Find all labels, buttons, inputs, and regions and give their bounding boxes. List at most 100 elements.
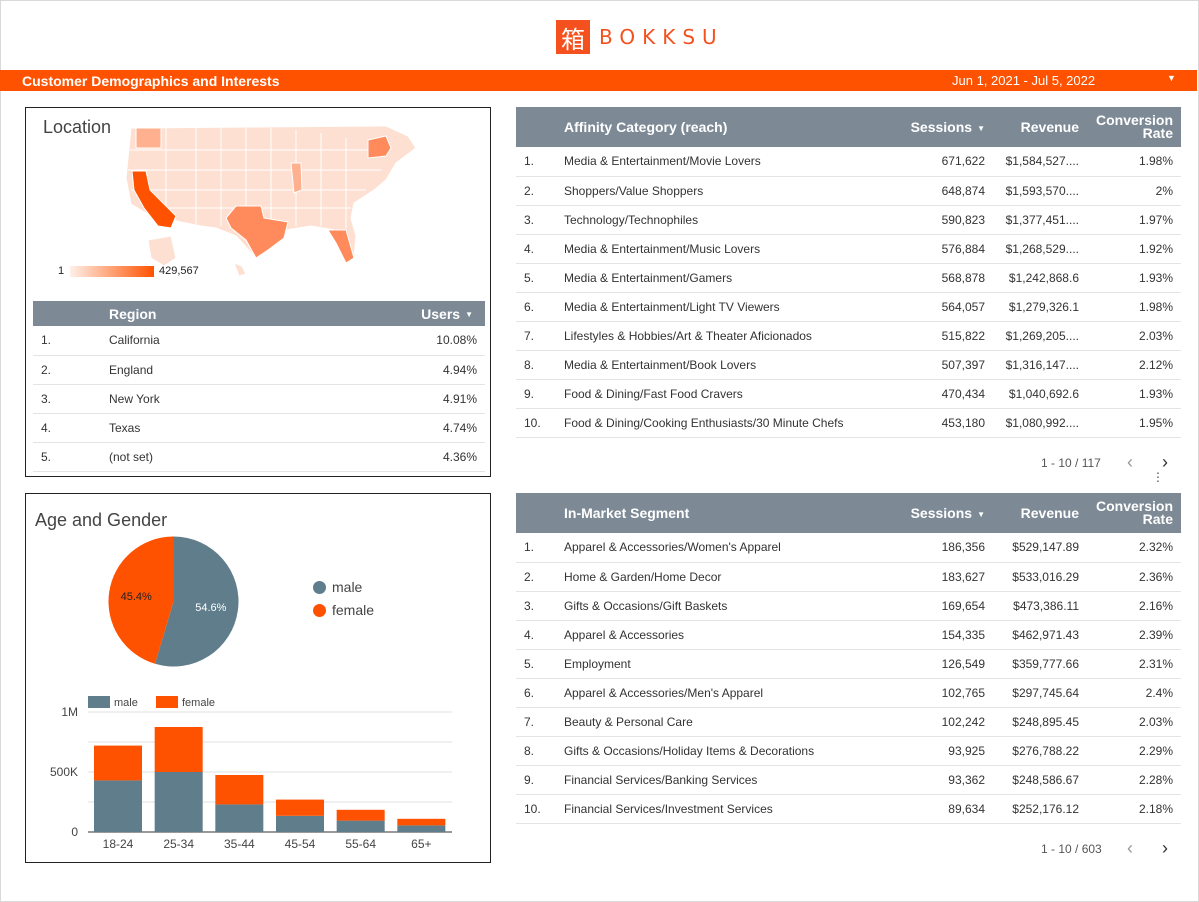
table-row[interactable]: 6. Media & Entertainment/Light TV Viewers…	[516, 292, 1181, 322]
table-row[interactable]: 3. New York 4.91%	[33, 384, 485, 414]
table-row[interactable]: 5. Media & Entertainment/Gamers 568,878 $1,…	[516, 263, 1181, 293]
revenue-cell: $297,745.64	[993, 678, 1087, 708]
market-table: In-Market Segment Sessions ▼ Revenue Conv…	[516, 493, 1181, 824]
market-next-page-icon[interactable]: ›	[1158, 838, 1172, 859]
location-panel: Location 1 429,567 Region Users ▼ 1. Cal…	[25, 107, 491, 477]
row-index: 7.	[516, 321, 564, 351]
market-table-header: In-Market Segment Sessions ▼ Revenue Conv…	[516, 493, 1181, 533]
table-row[interactable]: 1. Media & Entertainment/Movie Lovers 671,…	[516, 147, 1181, 177]
age-gender-bar-chart[interactable]: 0 500K 1M male female 18-24 25-34 35-44 45-54 55-…	[26, 684, 490, 859]
table-row[interactable]: 4. Apparel & Accessories 154,335 $462,971.4…	[516, 620, 1181, 650]
date-range-picker[interactable]: Jun 1, 2021 - Jul 5, 2022	[952, 73, 1095, 88]
revenue-cell: $462,971.43	[993, 620, 1087, 650]
affinity-prev-page-icon[interactable]: ‹	[1123, 452, 1137, 473]
gender-pie-chart[interactable]: 54.6% 45.4%	[106, 534, 241, 669]
table-row[interactable]: 8. Media & Entertainment/Book Lovers 507,3…	[516, 350, 1181, 380]
market-segment-cell: Financial Services/Investment Services	[564, 794, 897, 824]
table-row[interactable]: 10. Financial Services/Investment Service…	[516, 794, 1181, 824]
table-row[interactable]: 7. Beauty & Personal Care 102,242 $248,895.…	[516, 707, 1181, 737]
sort-desc-icon[interactable]: ▼	[977, 124, 985, 133]
market-segment-cell: Apparel & Accessories	[564, 620, 897, 650]
market-segment-header[interactable]: In-Market Segment	[564, 493, 897, 533]
map-state-alaska	[147, 235, 177, 267]
map-state-washington	[135, 127, 162, 149]
revenue-cell: $473,386.11	[993, 591, 1087, 621]
table-row[interactable]: 2. Shoppers/Value Shoppers 648,874 $1,593,5…	[516, 176, 1181, 206]
bar-male-18-24	[94, 780, 142, 832]
pie-legend-female[interactable]: female	[313, 602, 374, 618]
region-column-header[interactable]: Region	[109, 301, 276, 326]
table-row[interactable]: 2. Home & Garden/Home Decor 183,627 $533,01…	[516, 562, 1181, 592]
table-row[interactable]: 5. Employment 126,549 $359,777.66 2.31%	[516, 649, 1181, 679]
sort-desc-icon[interactable]: ▼	[465, 310, 473, 319]
bar-female-18-24	[94, 745, 142, 781]
market-pager-label: 1 - 10 / 603	[1041, 842, 1102, 856]
caret-down-icon[interactable]: ▼	[1167, 73, 1176, 83]
table-row[interactable]: 10. Food & Dining/Cooking Enthusiasts/30 …	[516, 408, 1181, 438]
female-legend-dot	[313, 603, 326, 617]
market-sessions-header[interactable]: Sessions ▼	[897, 493, 993, 533]
table-row[interactable]: 5. (not set) 4.36%	[33, 442, 485, 472]
affinity-conversion-header[interactable]: Conversion Rate	[1087, 107, 1181, 147]
users-cell: 10.08%	[275, 326, 485, 356]
revenue-cell: $1,242,868.6	[993, 263, 1087, 293]
conversion-rate-cell: 2.4%	[1087, 678, 1181, 708]
male-legend-dot	[313, 580, 326, 594]
us-map[interactable]	[56, 118, 436, 283]
row-index: 1.	[516, 147, 564, 177]
affinity-category-cell: Shoppers/Value Shoppers	[564, 176, 897, 206]
table-row[interactable]: 4. Media & Entertainment/Music Lovers 576,…	[516, 234, 1181, 264]
pie-legend-male[interactable]: male	[313, 579, 362, 595]
row-index: 9.	[516, 765, 564, 795]
row-index: 8.	[516, 736, 564, 766]
table-row[interactable]: 6. Apparel & Accessories/Men's Apparel 102…	[516, 678, 1181, 708]
table-row[interactable]: 1. Apparel & Accessories/Women's Apparel 1…	[516, 533, 1181, 563]
sessions-cell: 154,335	[897, 620, 993, 650]
row-index: 4.	[33, 413, 109, 443]
pie-label-female: 45.4%	[121, 591, 152, 603]
sessions-cell: 470,434	[897, 379, 993, 409]
table-row[interactable]: 8. Gifts & Occasions/Holiday Items & Deco…	[516, 736, 1181, 766]
bar-male-45-54	[276, 815, 324, 832]
affinity-category-cell: Food & Dining/Fast Food Cravers	[564, 379, 897, 409]
more-options-icon[interactable]: · · ·	[1155, 465, 1161, 487]
bar-legend-label-female: female	[182, 697, 215, 709]
sessions-cell: 169,654	[897, 591, 993, 621]
conversion-rate-cell: 1.92%	[1087, 234, 1181, 264]
table-row[interactable]: 7. Lifestyles & Hobbies/Art & Theater Afi…	[516, 321, 1181, 351]
market-revenue-header[interactable]: Revenue	[993, 493, 1087, 533]
revenue-cell: $248,586.67	[993, 765, 1087, 795]
market-conversion-header[interactable]: Conversion Rate	[1087, 493, 1181, 533]
revenue-cell: $1,584,527....	[993, 147, 1087, 177]
sessions-cell: 515,822	[897, 321, 993, 351]
table-row[interactable]: 2. England 4.94%	[33, 355, 485, 385]
revenue-cell: $1,377,451....	[993, 205, 1087, 235]
table-row[interactable]: 1. California 10.08%	[33, 326, 485, 356]
market-segment-cell: Beauty & Personal Care	[564, 707, 897, 737]
revenue-cell: $252,176.12	[993, 794, 1087, 824]
table-row[interactable]: 9. Food & Dining/Fast Food Cravers 470,434…	[516, 379, 1181, 409]
table-row[interactable]: 3. Gifts & Occasions/Gift Baskets 169,654 $…	[516, 591, 1181, 621]
table-row[interactable]: 4. Texas 4.74%	[33, 413, 485, 443]
affinity-category-cell: Media & Entertainment/Gamers	[564, 263, 897, 293]
affinity-sessions-header[interactable]: Sessions ▼	[897, 107, 993, 147]
sort-desc-icon[interactable]: ▼	[977, 510, 985, 519]
x-tick-label: 25-34	[163, 837, 194, 851]
row-index: 3.	[516, 591, 564, 621]
affinity-category-cell: Media & Entertainment/Book Lovers	[564, 350, 897, 380]
region-table: Region Users ▼ 1. California 10.08% 2. Englan…	[33, 301, 485, 472]
table-row[interactable]: 3. Technology/Technophiles 590,823 $1,377,4…	[516, 205, 1181, 235]
row-index: 5.	[516, 649, 564, 679]
table-row[interactable]: 9. Financial Services/Banking Services 93,…	[516, 765, 1181, 795]
affinity-category-cell: Food & Dining/Cooking Enthusiasts/30 Min…	[564, 408, 897, 438]
revenue-cell: $1,279,326.1	[993, 292, 1087, 322]
sessions-cell: 507,397	[897, 350, 993, 380]
users-column-header[interactable]: Users ▼	[275, 301, 485, 326]
revenue-cell: $1,316,147....	[993, 350, 1087, 380]
row-index: 5.	[33, 442, 109, 472]
affinity-category-header[interactable]: Affinity Category (reach)	[564, 107, 897, 147]
row-index: 6.	[516, 292, 564, 322]
affinity-revenue-header[interactable]: Revenue	[993, 107, 1087, 147]
market-prev-page-icon[interactable]: ‹	[1123, 838, 1137, 859]
affinity-conversion-label-2: Rate	[1142, 125, 1173, 141]
